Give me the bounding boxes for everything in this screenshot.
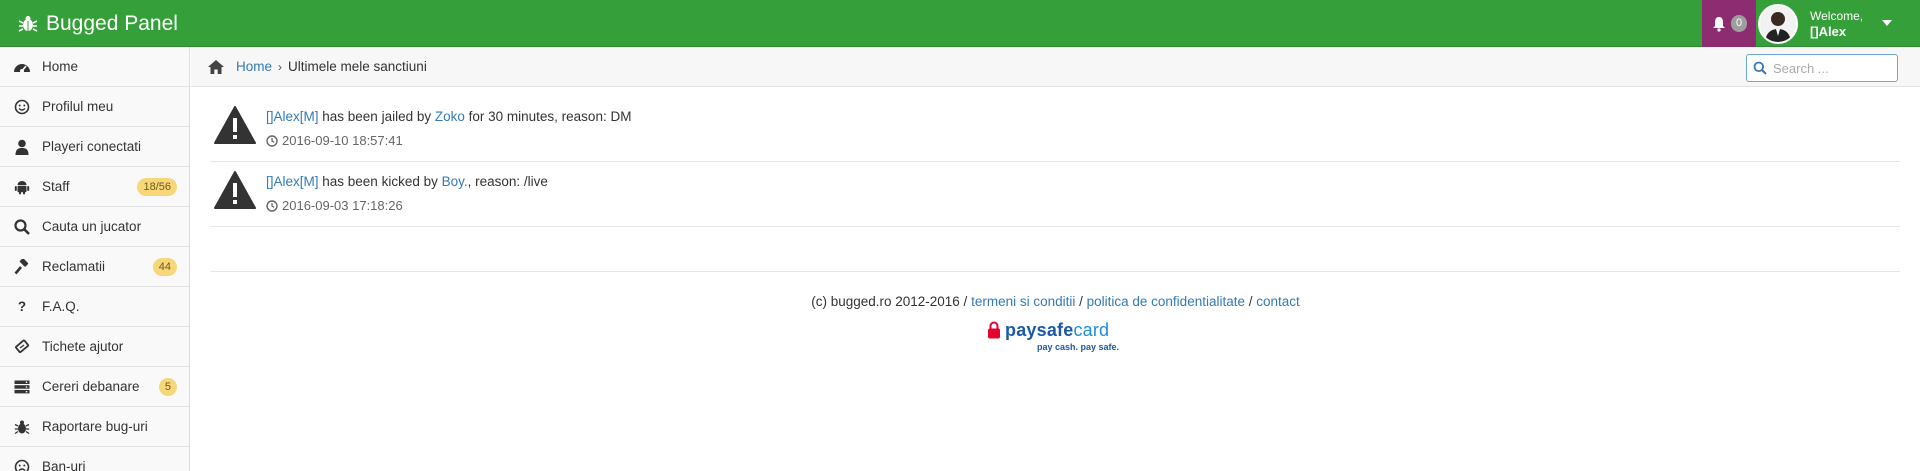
sidebar-item-label: Reclamatii xyxy=(42,259,106,274)
sidebar-item-label: Staff xyxy=(42,179,70,194)
server-icon xyxy=(12,378,32,396)
android-icon xyxy=(12,178,32,196)
sidebar-item-complaints[interactable]: Reclamatii 44 xyxy=(0,247,189,287)
timestamp: 2016-09-10 18:57:41 xyxy=(282,133,403,148)
sidebar-item-label: Profilul meu xyxy=(42,99,114,114)
notifications-count: 0 xyxy=(1730,15,1748,32)
admin-link[interactable]: Zoko xyxy=(435,109,465,124)
sidebar-item-home[interactable]: Home xyxy=(0,47,189,87)
terms-link[interactable]: termeni si conditii xyxy=(971,294,1075,309)
warning-icon xyxy=(214,106,256,144)
footer: (c) bugged.ro 2012-2016 / termeni si con… xyxy=(191,294,1920,309)
list-item: []Alex[M] has been jailed by Zoko for 30… xyxy=(210,97,1900,162)
breadcrumb-separator: › xyxy=(278,59,283,74)
staff-count-badge: 18/56 xyxy=(137,177,177,196)
sidebar-item-label: Home xyxy=(42,59,79,74)
contact-link[interactable]: contact xyxy=(1256,294,1300,309)
search-icon xyxy=(1753,61,1767,75)
search-icon xyxy=(12,218,32,236)
user-menu-toggle[interactable]: Welcome, []Alex xyxy=(1758,0,1908,47)
sidebar-item-label: Tichete ajutor xyxy=(42,339,124,354)
user-icon xyxy=(12,138,32,156)
warning-icon xyxy=(214,171,256,209)
action-text: has been kicked by xyxy=(318,174,442,189)
home-icon xyxy=(207,59,225,75)
sidebar-item-online-players[interactable]: Playeri conectati xyxy=(0,127,189,167)
top-navbar: Bugged Panel 0 Welcome, []Alex xyxy=(0,0,1920,47)
breadcrumb-home-link[interactable]: Home xyxy=(236,59,272,74)
footer-separator: / xyxy=(1075,294,1087,309)
footer-copyright: (c) bugged.ro 2012-2016 / xyxy=(811,294,972,309)
sidebar-item-bans[interactable]: Ban-uri xyxy=(0,447,189,471)
avatar xyxy=(1758,3,1798,44)
frown-icon xyxy=(12,458,32,471)
gavel-icon xyxy=(12,258,32,276)
chevron-down-icon xyxy=(1882,20,1892,26)
sidebar-item-label: Cereri debanare xyxy=(42,379,140,394)
welcome-label: Welcome, xyxy=(1810,8,1864,23)
bug-icon xyxy=(18,14,38,34)
smile-icon xyxy=(12,98,32,116)
sidebar-item-unban-requests[interactable]: Cereri debanare 5 xyxy=(0,367,189,407)
sidebar-item-label: Ban-uri xyxy=(42,459,86,471)
search-box[interactable] xyxy=(1746,54,1898,82)
privacy-link[interactable]: politica de confidentialitate xyxy=(1087,294,1245,309)
bell-icon xyxy=(1711,16,1727,32)
search-input[interactable] xyxy=(1773,60,1893,76)
admin-link[interactable]: Boy. xyxy=(442,174,468,189)
complaints-count-badge: 44 xyxy=(152,257,177,276)
paysafe-brand-main: paysafe xyxy=(1005,320,1074,340)
brand-link[interactable]: Bugged Panel xyxy=(18,0,178,47)
sidebar-item-label: Cauta un jucator xyxy=(42,219,142,234)
breadcrumb-current: Ultimele mele sanctiuni xyxy=(288,59,427,74)
footer-separator: / xyxy=(1244,294,1257,309)
action-text: has been jailed by xyxy=(318,109,435,124)
breadcrumb: Home › Ultimele mele sanctiuni xyxy=(191,47,1920,87)
clock-icon xyxy=(266,199,278,212)
lock-icon xyxy=(988,321,1000,339)
paysafe-brand-card: card xyxy=(1073,320,1110,340)
ticket-icon xyxy=(12,338,32,356)
paysafecard-logo: paysafecard pay cash. pay safe. xyxy=(987,320,1120,356)
details-text: for 30 minutes, reason: DM xyxy=(464,109,632,124)
sidebar-item-label: F.A.Q. xyxy=(42,299,80,314)
details-text: , reason: /live xyxy=(467,174,548,189)
brand-title: Bugged Panel xyxy=(46,11,178,35)
sidebar-item-search-player[interactable]: Cauta un jucator xyxy=(0,207,189,247)
dashboard-icon xyxy=(12,58,32,76)
clock-icon xyxy=(266,134,278,147)
paysafe-tagline: pay cash. pay safe. xyxy=(1037,342,1120,352)
sidebar-item-bug-reports[interactable]: Raportare bug-uri xyxy=(0,407,189,447)
question-icon: ? xyxy=(17,299,27,314)
sidebar-item-label: Playeri conectati xyxy=(42,139,142,154)
sidebar-item-profile[interactable]: Profilul meu xyxy=(0,87,189,127)
notifications-button[interactable]: 0 xyxy=(1702,0,1756,47)
sidebar-item-faq[interactable]: ? F.A.Q. xyxy=(0,287,189,327)
list-item: []Alex[M] has been kicked by Boy., reaso… xyxy=(210,162,1900,227)
sidebar-item-label: Raportare bug-uri xyxy=(42,419,148,434)
sanctions-list: []Alex[M] has been jailed by Zoko for 30… xyxy=(210,97,1900,227)
footer-divider xyxy=(210,271,1900,272)
user-name: []Alex xyxy=(1810,23,1847,39)
timestamp: 2016-09-03 17:18:26 xyxy=(282,198,403,213)
sidebar-item-staff[interactable]: Staff 18/56 xyxy=(0,167,189,207)
bug-icon xyxy=(12,418,32,436)
player-link[interactable]: []Alex[M] xyxy=(266,174,319,189)
sidebar: Home Profilul meu Playeri conectati Staf… xyxy=(0,47,190,471)
sidebar-item-help-tickets[interactable]: Tichete ajutor xyxy=(0,327,189,367)
unban-requests-count-badge: 5 xyxy=(158,377,177,396)
player-link[interactable]: []Alex[M] xyxy=(266,109,319,124)
